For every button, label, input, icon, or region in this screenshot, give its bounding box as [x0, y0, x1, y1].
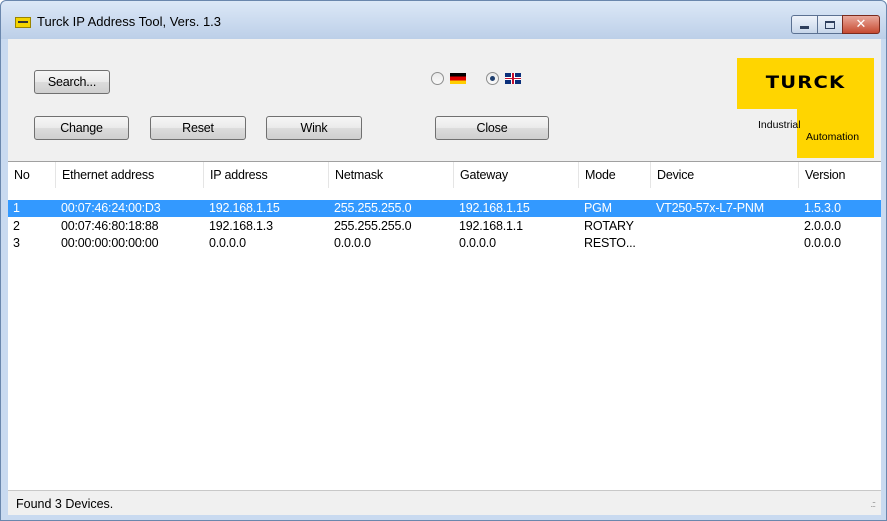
- change-button[interactable]: Change: [34, 116, 129, 140]
- logo-tagline-1: Industrial: [758, 119, 801, 131]
- column-header-ip-address[interactable]: IP address: [204, 162, 329, 188]
- device-list[interactable]: No Ethernet address IP address Netmask G…: [8, 161, 881, 490]
- wink-button[interactable]: Wink: [266, 116, 362, 140]
- cell-gateway: 192.168.1.15: [459, 201, 530, 215]
- cell-ethernet-address: 00:00:00:00:00:00: [61, 236, 159, 250]
- cell-version: 0.0.0.0: [804, 236, 841, 250]
- cell-version: 1.5.3.0: [804, 201, 841, 215]
- column-header-gateway[interactable]: Gateway: [454, 162, 579, 188]
- turck-app-icon: [15, 17, 31, 28]
- uk-flag-icon: [505, 73, 521, 84]
- app-window: Turck IP Address Tool, Vers. 1.3 ✕ Searc…: [0, 0, 887, 521]
- reset-button[interactable]: Reset: [150, 116, 246, 140]
- cell-gateway: 0.0.0.0: [459, 236, 496, 250]
- status-text: Found 3 Devices.: [16, 497, 114, 511]
- table-row[interactable]: 2 00:07:46:80:18:88 192.168.1.3 255.255.…: [8, 218, 881, 235]
- maximize-button[interactable]: [817, 15, 843, 34]
- column-header-ethernet-address[interactable]: Ethernet address: [56, 162, 204, 188]
- client-area: Search... Change Reset Wink Close TURCK …: [8, 39, 881, 515]
- close-icon: ✕: [855, 17, 867, 32]
- maximize-icon: [825, 20, 835, 29]
- cell-netmask: 255.255.255.0: [334, 201, 412, 215]
- column-header-netmask[interactable]: Netmask: [329, 162, 454, 188]
- cell-ip-address: 192.168.1.3: [209, 219, 273, 233]
- resize-grip-icon[interactable]: .::: [870, 499, 875, 509]
- window-title: Turck IP Address Tool, Vers. 1.3: [37, 14, 222, 29]
- cell-mode: PGM: [584, 201, 612, 215]
- column-header-device[interactable]: Device: [651, 162, 799, 188]
- close-button[interactable]: Close: [435, 116, 549, 140]
- language-radio-english[interactable]: [486, 72, 499, 85]
- cell-mode: ROTARY: [584, 219, 634, 233]
- cell-device: VT250-57x-L7-PNM: [656, 201, 764, 215]
- language-radio-german[interactable]: [431, 72, 444, 85]
- cell-no: 2: [13, 219, 20, 233]
- turck-logo-wordmark: TURCK: [765, 73, 846, 93]
- title-bar[interactable]: Turck IP Address Tool, Vers. 1.3 ✕: [1, 1, 886, 39]
- minimize-icon: [800, 25, 809, 29]
- cell-ip-address: 0.0.0.0: [209, 236, 246, 250]
- cell-no: 3: [13, 236, 20, 250]
- de-flag-icon: [450, 73, 466, 84]
- cell-netmask: 255.255.255.0: [334, 219, 412, 233]
- logo-tagline-2: Automation: [806, 131, 860, 143]
- column-header-version[interactable]: Version: [799, 162, 881, 188]
- status-bar: Found 3 Devices. .::: [8, 490, 881, 515]
- table-row[interactable]: 1 00:07:46:24:00:D3 192.168.1.15 255.255…: [8, 200, 881, 217]
- table-row[interactable]: 3 00:00:00:00:00:00 0.0.0.0 0.0.0.0 0.0.…: [8, 235, 881, 252]
- search-button[interactable]: Search...: [34, 70, 110, 94]
- column-header-mode[interactable]: Mode: [579, 162, 651, 188]
- minimize-button[interactable]: [791, 15, 818, 34]
- cell-ethernet-address: 00:07:46:24:00:D3: [61, 201, 161, 215]
- cell-mode: RESTO...: [584, 236, 636, 250]
- cell-gateway: 192.168.1.1: [459, 219, 523, 233]
- cell-version: 2.0.0.0: [804, 219, 841, 233]
- cell-netmask: 0.0.0.0: [334, 236, 371, 250]
- cell-ethernet-address: 00:07:46:80:18:88: [61, 219, 159, 233]
- cell-ip-address: 192.168.1.15: [209, 201, 280, 215]
- column-header-no[interactable]: No: [8, 162, 56, 188]
- close-window-button[interactable]: ✕: [842, 15, 880, 34]
- cell-no: 1: [13, 201, 20, 215]
